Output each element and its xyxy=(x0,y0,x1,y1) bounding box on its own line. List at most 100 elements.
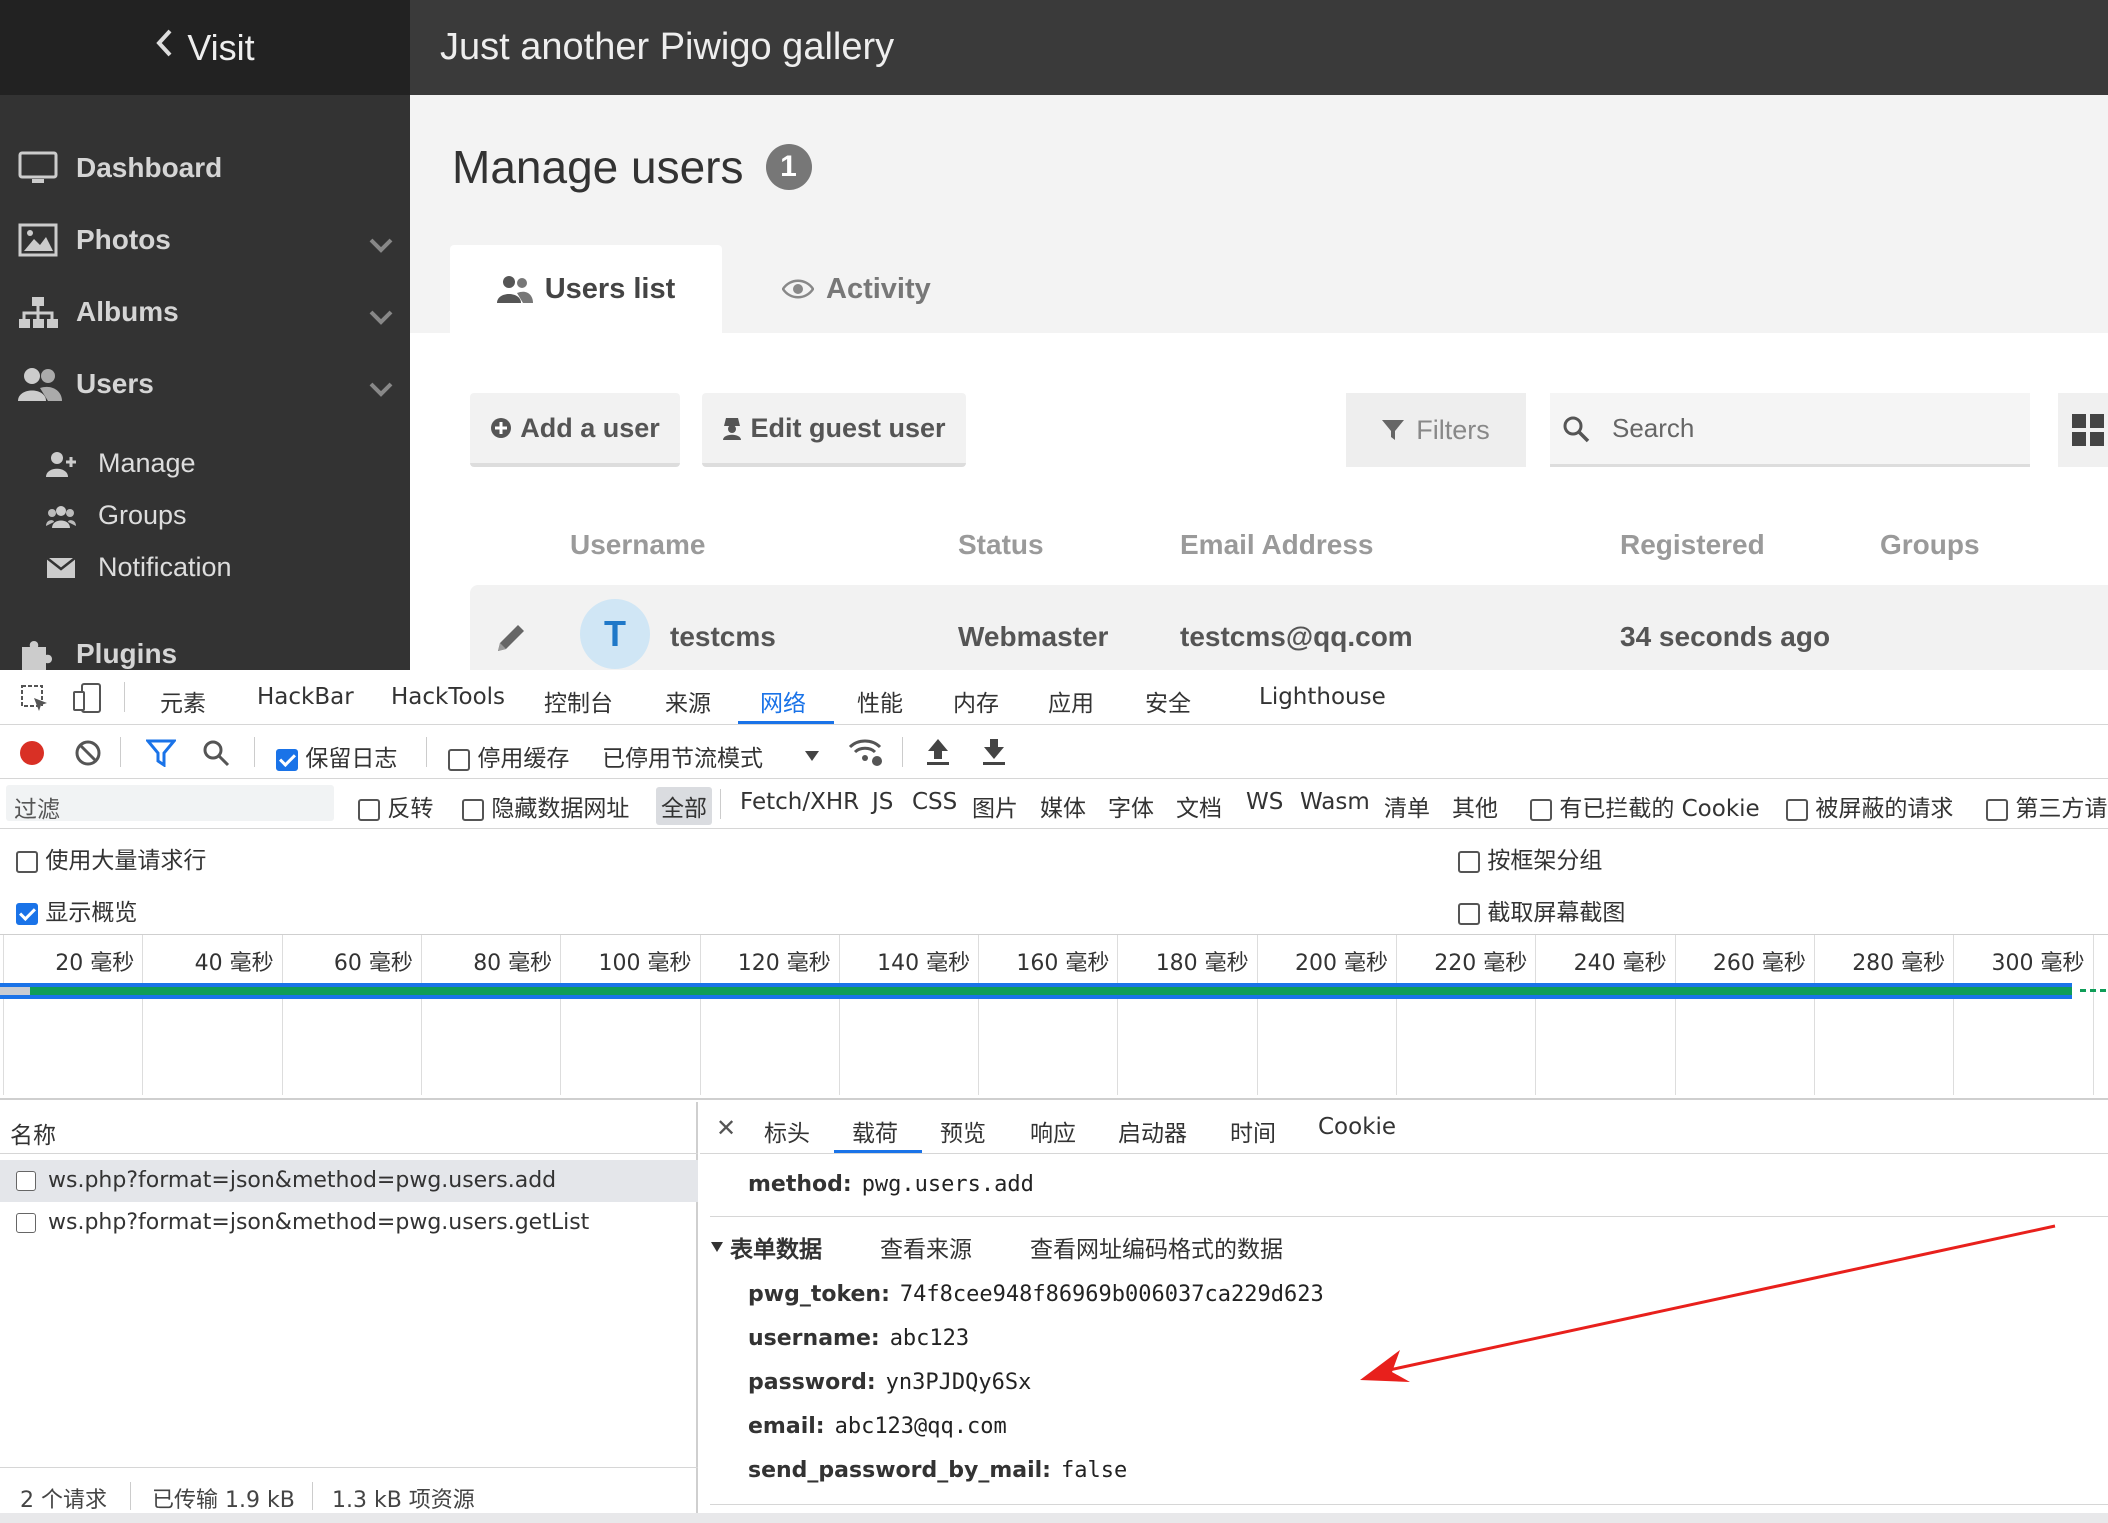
checkbox[interactable] xyxy=(1458,850,1480,873)
third-party-checkbox[interactable]: 第三方请 xyxy=(1986,789,2107,823)
tab-sources[interactable]: 来源 xyxy=(665,684,711,718)
close-icon[interactable]: ✕ xyxy=(716,1114,736,1142)
preserve-log-checkbox[interactable]: 保留日志 xyxy=(276,739,397,773)
blocked-requests-checkbox[interactable]: 被屏蔽的请求 xyxy=(1786,789,1953,823)
checkbox[interactable] xyxy=(16,850,38,873)
checkbox-checked[interactable] xyxy=(276,748,298,771)
tab-timing[interactable]: 时间 xyxy=(1230,1114,1276,1148)
tab-response[interactable]: 响应 xyxy=(1030,1114,1076,1148)
view-url-encoded-link[interactable]: 查看网址编码格式的数据 xyxy=(1030,1230,1283,1264)
search-input[interactable]: Search xyxy=(1550,393,2030,467)
filter-type-media[interactable]: 媒体 xyxy=(1040,789,1086,823)
tab-hackbar[interactable]: HackBar xyxy=(257,684,354,710)
inspect-element-icon[interactable] xyxy=(20,684,50,718)
filter-type-font[interactable]: 字体 xyxy=(1108,789,1154,823)
filter-type-doc[interactable]: 文档 xyxy=(1176,789,1222,823)
tab-security[interactable]: 安全 xyxy=(1145,684,1191,718)
tab-payload[interactable]: 载荷 xyxy=(852,1114,898,1148)
checkbox[interactable] xyxy=(358,798,380,821)
filter-type-img[interactable]: 图片 xyxy=(972,789,1018,823)
record-icon[interactable] xyxy=(18,739,46,771)
filter-type-wasm[interactable]: Wasm xyxy=(1300,789,1370,815)
tab-lighthouse[interactable]: Lighthouse xyxy=(1259,684,1386,710)
nav-photos[interactable]: Photos xyxy=(18,222,393,258)
upload-icon[interactable] xyxy=(925,737,951,771)
blocked-cookies-checkbox[interactable]: 有已拦截的 Cookie xyxy=(1530,789,1760,823)
tab-users-list[interactable]: Users list xyxy=(450,245,722,333)
filter-type-other[interactable]: 其他 xyxy=(1452,789,1498,823)
checkbox[interactable] xyxy=(1458,902,1480,925)
tab-performance[interactable]: 性能 xyxy=(857,684,903,718)
visit-link[interactable]: Visit xyxy=(0,0,410,95)
tab-cookies[interactable]: Cookie xyxy=(1318,1114,1396,1140)
clear-icon[interactable] xyxy=(74,739,102,771)
tab-elements[interactable]: 元素 xyxy=(160,684,206,718)
network-conditions-icon[interactable] xyxy=(848,737,884,771)
tab-memory[interactable]: 内存 xyxy=(953,684,999,718)
column-status[interactable]: Status xyxy=(958,529,1044,561)
column-email[interactable]: Email Address xyxy=(1180,529,1373,561)
filter-type-manifest[interactable]: 清单 xyxy=(1384,789,1430,823)
column-username[interactable]: Username xyxy=(570,529,705,561)
invert-checkbox[interactable]: 反转 xyxy=(358,789,433,823)
nav-albums[interactable]: Albums xyxy=(18,294,393,330)
table-row[interactable]: T testcms Webmaster testcms@qq.com 34 se… xyxy=(470,585,2108,670)
tab-initiator[interactable]: 启动器 xyxy=(1118,1114,1187,1148)
column-registered[interactable]: Registered xyxy=(1620,529,1765,561)
filter-type-js[interactable]: JS xyxy=(872,789,893,815)
checkbox[interactable] xyxy=(16,1213,36,1233)
timeline-overview[interactable]: 20 毫秒 40 毫秒 60 毫秒 80 毫秒 100 毫秒 120 毫秒 140 毫秒 16… xyxy=(0,935,2108,1100)
filter-type-all[interactable]: 全部 xyxy=(656,787,712,825)
nav-users-notification[interactable]: Notification xyxy=(44,552,232,583)
tab-application[interactable]: 应用 xyxy=(1048,684,1094,718)
search-icon[interactable] xyxy=(202,739,230,771)
pencil-icon[interactable] xyxy=(494,621,528,655)
filters-button[interactable]: Filters xyxy=(1346,393,1526,467)
nav-users-manage[interactable]: Manage xyxy=(44,448,196,479)
caret-down-icon[interactable] xyxy=(804,747,820,766)
checkbox-checked[interactable] xyxy=(16,902,38,925)
view-source-link[interactable]: 查看来源 xyxy=(880,1230,972,1264)
checkbox[interactable] xyxy=(16,1171,36,1191)
show-overview-checkbox[interactable]: 显示概览 xyxy=(16,893,137,927)
form-data-header[interactable]: 表单数据 查看来源 查看网址编码格式的数据 xyxy=(710,1230,1283,1264)
tab-hacktools[interactable]: HackTools xyxy=(391,684,505,710)
tab-preview[interactable]: 预览 xyxy=(940,1114,986,1148)
nav-users-groups[interactable]: Groups xyxy=(44,500,187,531)
download-icon[interactable] xyxy=(981,737,1007,771)
tab-console[interactable]: 控制台 xyxy=(544,684,613,718)
user-email: testcms@qq.com xyxy=(1180,621,1413,652)
group-by-frame-checkbox[interactable]: 按框架分组 xyxy=(1458,841,1602,875)
filter-icon[interactable] xyxy=(144,739,178,771)
grid-view-button[interactable] xyxy=(2058,393,2108,467)
filter-type-css[interactable]: CSS xyxy=(912,789,957,815)
throttling-select[interactable]: 已停用节流模式 xyxy=(602,739,763,773)
site-title[interactable]: Just another Piwigo gallery xyxy=(440,26,894,69)
user-registered: 34 seconds ago xyxy=(1620,621,1831,652)
column-name[interactable]: 名称 xyxy=(0,1102,698,1154)
checkbox[interactable] xyxy=(1530,798,1552,821)
capture-screenshots-checkbox[interactable]: 截取屏幕截图 xyxy=(1458,893,1625,927)
tab-activity[interactable]: Activity xyxy=(782,245,931,333)
filter-type-fetch-xhr[interactable]: Fetch/XHR xyxy=(740,789,859,815)
checkbox[interactable] xyxy=(1986,798,2008,821)
add-user-button[interactable]: Add a user xyxy=(470,393,680,467)
edit-guest-user-button[interactable]: Edit guest user xyxy=(702,393,966,467)
tab-headers[interactable]: 标头 xyxy=(764,1114,810,1148)
nav-dashboard[interactable]: Dashboard xyxy=(18,150,393,186)
tab-network[interactable]: 网络 xyxy=(760,684,806,718)
checkbox[interactable] xyxy=(448,748,470,771)
disable-cache-checkbox[interactable]: 停用缓存 xyxy=(448,739,569,773)
device-toolbar-icon[interactable] xyxy=(72,682,102,718)
nav-users[interactable]: Users xyxy=(18,366,393,402)
hide-data-urls-checkbox[interactable]: 隐藏数据网址 xyxy=(462,789,629,823)
nav-plugins[interactable]: Plugins xyxy=(18,636,393,670)
filter-input[interactable]: 过滤 xyxy=(6,785,334,823)
column-groups[interactable]: Groups xyxy=(1880,529,1980,561)
filter-type-ws[interactable]: WS xyxy=(1246,789,1283,815)
checkbox[interactable] xyxy=(1786,798,1808,821)
request-row[interactable]: ws.php?format=json&method=pwg.users.getL… xyxy=(0,1202,698,1244)
checkbox[interactable] xyxy=(462,798,484,821)
big-request-rows-checkbox[interactable]: 使用大量请求行 xyxy=(16,841,206,875)
request-row[interactable]: ws.php?format=json&method=pwg.users.add xyxy=(0,1160,698,1202)
